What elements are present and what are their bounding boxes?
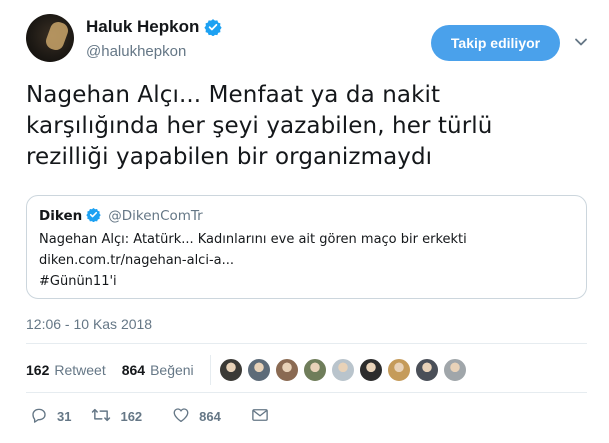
- quoted-author-handle: @DikenComTr: [108, 208, 203, 224]
- user-avatar[interactable]: [26, 14, 74, 62]
- quoted-link[interactable]: diken.com.tr/nagehan-alci-a...: [39, 250, 574, 271]
- liker-avatars: [218, 358, 467, 382]
- liker-avatar[interactable]: [218, 358, 243, 382]
- divider: [26, 343, 587, 344]
- tweet-actions: 31 162 864: [30, 405, 269, 427]
- liker-avatar[interactable]: [358, 358, 383, 382]
- engagement-stats: 162 Retweet 864 Beğeni: [26, 353, 587, 387]
- tweet-header: Haluk Hepkon @halukhepkon Takip ediliyor: [26, 14, 596, 74]
- tweet-text-line: karşılığında her şeyi yazabilen, her tür…: [26, 113, 493, 139]
- stats-separator: [209, 355, 211, 385]
- like-button[interactable]: 864: [172, 405, 221, 427]
- verified-badge-icon: [204, 18, 222, 36]
- liker-avatar[interactable]: [442, 358, 467, 382]
- retweet-stat-count: 162: [26, 362, 50, 378]
- reply-icon: [30, 406, 48, 427]
- envelope-icon: [251, 407, 269, 426]
- quoted-tweet-header: Diken @DikenComTr: [39, 207, 574, 225]
- following-button[interactable]: Takip ediliyor: [431, 25, 560, 61]
- retweet-stat-label: Retweet: [54, 362, 106, 378]
- liker-avatar[interactable]: [414, 358, 439, 382]
- user-name-block: Haluk Hepkon @halukhepkon: [86, 17, 222, 60]
- display-name[interactable]: Haluk Hepkon: [86, 17, 199, 37]
- chevron-down-icon[interactable]: [574, 34, 588, 48]
- liker-avatar[interactable]: [302, 358, 327, 382]
- liker-avatar[interactable]: [246, 358, 271, 382]
- heart-icon: [172, 406, 190, 427]
- quoted-tweet-body: Nagehan Alçı: Atatürk... Kadınlarını eve…: [39, 229, 574, 292]
- display-name-row[interactable]: Haluk Hepkon: [86, 17, 222, 37]
- direct-message-button[interactable]: [251, 405, 269, 427]
- tweet-text-line: Nagehan Alçı... Menfaat ya da nakit: [26, 82, 441, 108]
- quoted-author-name: Diken: [39, 208, 83, 224]
- reply-count: 31: [57, 408, 72, 424]
- tweet-timestamp[interactable]: 12:06 - 10 Kas 2018: [26, 316, 152, 332]
- tweet-text: Nagehan Alçı... Menfaat ya da nakit karş…: [26, 80, 586, 173]
- user-handle[interactable]: @halukhepkon: [86, 43, 222, 60]
- quoted-hashtag[interactable]: #Günün11'i: [39, 271, 574, 292]
- like-stat-count: 864: [121, 362, 146, 378]
- divider: [26, 392, 587, 393]
- liker-avatar[interactable]: [330, 358, 355, 382]
- retweet-count: 162: [120, 408, 143, 424]
- like-stat[interactable]: 864 Beğeni: [122, 362, 194, 378]
- retweet-stat[interactable]: 162 Retweet: [26, 362, 106, 378]
- quoted-text-line: Nagehan Alçı: Atatürk... Kadınlarını eve…: [39, 232, 467, 247]
- verified-badge-icon: [86, 207, 104, 225]
- quoted-tweet-card[interactable]: Diken @DikenComTr Nagehan Alçı: Atatürk.…: [26, 195, 587, 299]
- like-stat-label: Beğeni: [150, 362, 194, 378]
- avatar-detail: [43, 19, 71, 53]
- liker-avatar[interactable]: [274, 358, 299, 382]
- like-count: 864: [199, 408, 221, 424]
- tweet-text-line: rezilliği yapabilen bir organizmaydı: [26, 144, 433, 170]
- retweet-icon: [91, 406, 111, 427]
- retweet-button[interactable]: 162: [91, 405, 142, 427]
- reply-button[interactable]: 31: [30, 405, 71, 427]
- liker-avatar[interactable]: [386, 358, 411, 382]
